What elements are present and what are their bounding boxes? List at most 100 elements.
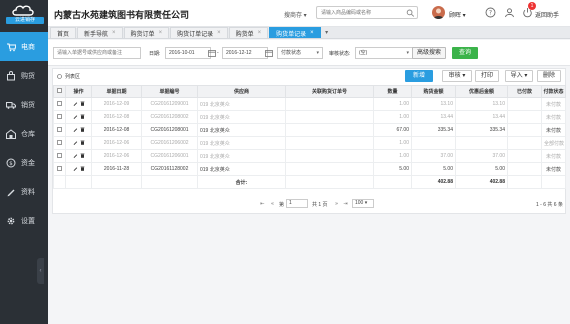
audit-dropdown-button[interactable]: 审核 ▾ (442, 70, 472, 82)
cell-supplier: 019 北京英众 (197, 162, 286, 176)
query-button[interactable]: 查询 (452, 47, 478, 59)
table-row[interactable]: 2016-11-28 CG20161128002 019 北京英众 5.00 5.00 5… (53, 162, 566, 176)
table-row[interactable]: 2016-12-06 CG20161206001 019 北京英众 1.00 37.00… (53, 149, 566, 163)
column-header[interactable]: 供应商 (197, 85, 286, 98)
pay-status-value: 付款状态 (281, 50, 302, 56)
search-icon[interactable] (406, 9, 415, 17)
row-select-cell[interactable] (53, 136, 66, 150)
table-row[interactable]: 2016-12-06 CG20161206002 019 北京英众 1.00 全部付款 (53, 136, 566, 150)
row-select-cell[interactable] (53, 110, 66, 124)
sidebar-item-warehouse[interactable]: 仓库 (0, 119, 48, 148)
cell-after-discount: 13.44 (455, 110, 508, 124)
delete-icon[interactable] (80, 101, 85, 106)
sidebar-item-settings[interactable]: 设置 (0, 206, 48, 235)
column-header[interactable]: 关联购货订单号 (285, 85, 374, 98)
pay-status-select[interactable]: 付款状态 ▾ (277, 47, 323, 59)
add-button[interactable]: 新增 (405, 70, 433, 82)
tab-purchase-order-records[interactable]: 购货订单记录 × (170, 27, 228, 38)
edit-icon[interactable] (73, 140, 78, 146)
close-icon[interactable]: × (310, 30, 314, 36)
search-input[interactable] (317, 7, 405, 18)
delete-icon[interactable] (80, 127, 85, 132)
return-helper-link[interactable]: 返回助手 (535, 10, 559, 19)
cell-order-no (285, 149, 374, 163)
close-icon[interactable]: × (112, 30, 116, 36)
select-all-header[interactable] (53, 85, 66, 98)
person-icon[interactable] (504, 7, 515, 18)
column-header[interactable]: 付款状态 (541, 85, 566, 98)
calendar-icon[interactable] (208, 49, 216, 57)
sidebar-item-label: 销货 (21, 101, 35, 109)
page-number-input[interactable]: 1 (286, 199, 308, 208)
prev-page-button[interactable]: « (269, 200, 276, 208)
first-page-button[interactable]: ⇤ (259, 200, 266, 208)
edit-icon[interactable] (73, 153, 78, 159)
keyword-search-input[interactable] (53, 47, 141, 59)
cell-qty: 5.00 (373, 162, 412, 176)
close-icon[interactable]: × (258, 30, 262, 36)
date-from-field[interactable] (165, 47, 211, 59)
column-header[interactable]: 数量 (373, 85, 412, 98)
close-icon[interactable]: × (159, 30, 163, 36)
search-type-dropdown[interactable]: 搜商存 ▾ (284, 10, 307, 19)
tab-purchase-order[interactable]: 购货订单 × (123, 27, 170, 38)
row-checkbox[interactable] (57, 126, 62, 132)
import-dropdown-button[interactable]: 导入 ▾ (505, 70, 533, 82)
edit-icon[interactable] (73, 101, 78, 107)
sidebar-item-funds[interactable]: $ 资金 (0, 148, 48, 177)
row-checkbox[interactable] (57, 165, 62, 171)
column-header[interactable]: 单据编号 (141, 85, 198, 98)
select-all-checkbox[interactable] (57, 88, 62, 93)
column-header[interactable]: 购货金额 (411, 85, 456, 98)
avatar[interactable] (432, 6, 445, 19)
delete-icon[interactable] (80, 153, 85, 158)
delete-icon[interactable] (80, 166, 85, 171)
next-page-button[interactable]: » (333, 200, 340, 208)
tab-purchase-bill-records[interactable]: 购货单记录 × (269, 27, 321, 38)
delete-icon[interactable] (80, 140, 85, 145)
table-row[interactable]: 2016-12-08 CG20161208002 019 北京英众 1.00 13.44… (53, 110, 566, 124)
row-checkbox[interactable] (57, 152, 62, 158)
help-icon[interactable]: ? (485, 7, 496, 18)
row-select-cell[interactable] (53, 123, 66, 137)
column-header[interactable]: 单据日期 (91, 85, 142, 98)
tab-beginner-guide[interactable]: 新手导航 × (77, 27, 123, 38)
edit-icon[interactable] (73, 166, 78, 172)
import-button-label: 导入 (510, 73, 523, 79)
cell-paid (507, 162, 542, 176)
sidebar-collapse-handle[interactable]: ‹ (37, 258, 44, 284)
edit-icon[interactable] (73, 127, 78, 133)
username-dropdown[interactable]: 顾晖 ▾ (449, 10, 466, 19)
print-button[interactable]: 打印 (475, 70, 499, 82)
table-row[interactable]: 2016-12-09 CG20161209001 019 北京英众 1.00 13.10… (53, 97, 566, 111)
row-select-cell[interactable] (53, 162, 66, 176)
row-select-cell[interactable] (53, 97, 66, 111)
date-to-field[interactable] (222, 47, 268, 59)
page-size-select[interactable]: 100 ▾ (352, 199, 374, 208)
table-row[interactable]: 2016-12-08 CG20161208001 019 北京英众 67.00 335.… (53, 123, 566, 137)
sidebar-item-ecommerce[interactable]: 电商 (0, 32, 48, 61)
row-checkbox[interactable] (57, 113, 62, 119)
calendar-icon[interactable] (265, 49, 273, 57)
tab-home[interactable]: 首页 (50, 27, 77, 38)
company-title: 内蒙古水苑建筑图书有限责任公司 (54, 10, 190, 20)
delete-icon[interactable] (80, 114, 85, 119)
close-icon[interactable]: × (217, 30, 221, 36)
last-page-button[interactable]: ⇥ (342, 200, 349, 208)
edit-icon[interactable] (73, 114, 78, 120)
row-select-cell[interactable] (53, 149, 66, 163)
sidebar-item-data[interactable]: 资料 (0, 177, 48, 206)
row-checkbox[interactable] (57, 100, 62, 106)
column-header[interactable]: 已付款 (507, 85, 542, 98)
tab-purchase-bill[interactable]: 购货单 × (228, 27, 269, 38)
tab-more-dropdown[interactable]: ▾ (322, 27, 332, 38)
advanced-search-button[interactable]: 高级搜索 (412, 47, 446, 59)
row-checkbox[interactable] (57, 139, 62, 145)
cell-paid (507, 149, 542, 163)
column-header[interactable]: 优惠后金额 (455, 85, 508, 98)
audit-status-select[interactable]: (空) ▾ (355, 47, 413, 59)
delete-button[interactable]: 删除 (537, 70, 561, 82)
cell-qty: 1.00 (373, 97, 412, 111)
sidebar-item-sales[interactable]: 销货 (0, 90, 48, 119)
sidebar-item-purchase[interactable]: 购货 (0, 61, 48, 90)
